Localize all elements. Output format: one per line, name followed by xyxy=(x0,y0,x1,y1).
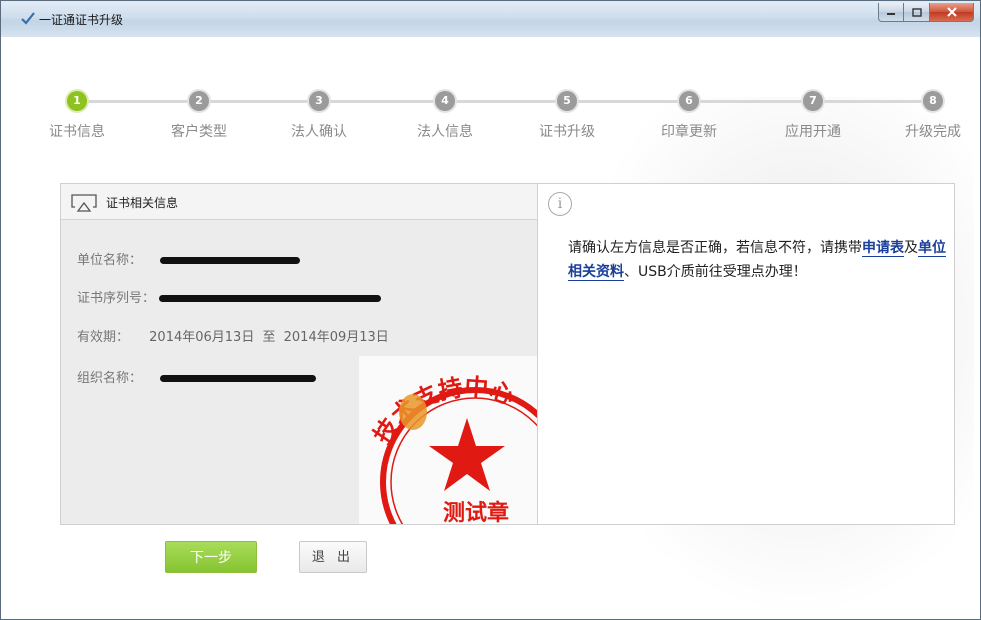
minimize-button[interactable] xyxy=(878,3,904,22)
step-label: 客户类型 xyxy=(171,124,227,140)
svg-text:技术支持中心: 技术支持中心 xyxy=(367,372,518,449)
validity-label: 有效期： xyxy=(77,330,130,345)
close-icon xyxy=(946,7,957,17)
title-bar[interactable]: 一证通证书升级 xyxy=(1,1,980,37)
info-panel: 证书相关信息 单位名称： 证书序列号： 有效期： 2014年06月13日 至 2… xyxy=(60,183,955,525)
step-6: 6 印章更新 xyxy=(639,89,739,141)
notice-text-1: 请确认左方信息是否正确，若信息不符，请携带 xyxy=(568,240,862,256)
company-seal: 技术支持中心 测试章 xyxy=(359,356,537,524)
minimize-icon xyxy=(887,13,895,15)
step-label: 证书升级 xyxy=(539,124,595,140)
serial-label: 证书序列号： xyxy=(77,291,156,306)
step-number: 5 xyxy=(557,91,577,111)
step-number: 8 xyxy=(923,91,943,111)
notice-section: i 请确认左方信息是否正确，若信息不符，请携带申请表及单位相关资料、USB介质前… xyxy=(538,184,954,524)
step-number: 4 xyxy=(435,91,455,111)
close-button[interactable] xyxy=(930,3,974,22)
unit-name-row: 单位名称： xyxy=(77,249,301,268)
exit-button[interactable]: 退 出 xyxy=(299,541,367,573)
validity-from: 2014年06月13日 xyxy=(149,330,255,345)
step-4: 4 法人信息 xyxy=(395,89,495,141)
seal-stamp-icon: 技术支持中心 测试章 xyxy=(367,372,537,524)
step-label: 应用开通 xyxy=(785,124,841,140)
certificate-screen-icon xyxy=(71,194,97,212)
step-3: 3 法人确认 xyxy=(269,89,369,141)
serial-row: 证书序列号： xyxy=(77,287,382,306)
org-name-label: 组织名称： xyxy=(77,371,143,386)
step-number: 1 xyxy=(67,91,87,111)
notice-text-2: 及 xyxy=(904,240,918,256)
application-form-link[interactable]: 申请表 xyxy=(862,240,904,257)
seal-bottom-text: 测试章 xyxy=(443,500,509,524)
wizard-content: 1 证书信息 2 客户类型 3 法人确认 4 法人信息 5 证书升级 6 印章更… xyxy=(9,37,974,613)
step-7: 7 应用开通 xyxy=(763,89,863,141)
step-8: 8 升级完成 xyxy=(883,89,974,141)
org-name-row: 组织名称： xyxy=(77,367,317,386)
certificate-info-header: 证书相关信息 xyxy=(61,184,537,220)
step-2: 2 客户类型 xyxy=(149,89,249,141)
notice-text-3: 、USB介质前往受理点办理！ xyxy=(624,264,807,280)
org-name-redacted xyxy=(160,375,317,382)
next-step-button[interactable]: 下一步 xyxy=(165,541,257,573)
step-label: 法人信息 xyxy=(417,124,473,140)
unit-name-redacted xyxy=(160,257,301,264)
info-icon: i xyxy=(548,192,572,216)
step-progress: 1 证书信息 2 客户类型 3 法人确认 4 法人信息 5 证书升级 6 印章更… xyxy=(9,37,974,147)
seal-text: 技术支持中心 xyxy=(367,372,518,449)
maximize-icon xyxy=(911,7,922,17)
window-controls xyxy=(878,3,974,23)
validity-to: 2014年09月13日 xyxy=(283,330,389,345)
step-1: 1 证书信息 xyxy=(27,89,127,141)
step-label: 法人确认 xyxy=(291,124,347,140)
step-label: 证书信息 xyxy=(49,124,105,140)
step-number: 3 xyxy=(309,91,329,111)
validity-to-word: 至 xyxy=(262,330,276,345)
validity-row: 有效期： 2014年06月13日 至 2014年09月13日 xyxy=(77,326,389,345)
serial-redacted xyxy=(159,295,382,302)
checkmark-icon xyxy=(21,12,35,25)
unit-name-label: 单位名称： xyxy=(77,253,143,268)
step-5: 5 证书升级 xyxy=(517,89,617,141)
step-label: 印章更新 xyxy=(661,124,717,140)
step-number: 2 xyxy=(189,91,209,111)
certificate-info-title: 证书相关信息 xyxy=(106,196,179,210)
step-number: 6 xyxy=(679,91,699,111)
window-title: 一证通证书升级 xyxy=(39,13,124,27)
step-label: 升级完成 xyxy=(905,124,961,140)
maximize-button[interactable] xyxy=(904,3,930,22)
certificate-info-section: 证书相关信息 单位名称： 证书序列号： 有效期： 2014年06月13日 至 2… xyxy=(61,184,538,524)
notice-message: 请确认左方信息是否正确，若信息不符，请携带申请表及单位相关资料、USB介质前往受… xyxy=(568,236,948,284)
step-number: 7 xyxy=(803,91,823,111)
app-window: 一证通证书升级 1 证书信息 2 客户类型 3 法人确认 4 法人信息 5 证书… xyxy=(0,0,981,620)
